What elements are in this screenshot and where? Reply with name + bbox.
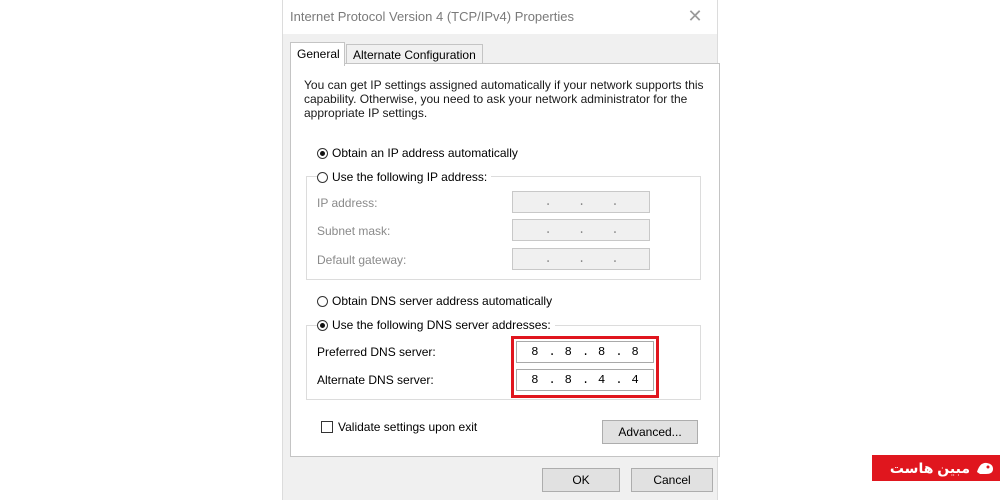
radio-label: Obtain DNS server address automatically	[332, 294, 553, 308]
window-title: Internet Protocol Version 4 (TCP/IPv4) P…	[290, 9, 574, 24]
ok-button[interactable]: OK	[542, 468, 620, 492]
general-panel: You can get IP settings assigned automat…	[290, 63, 720, 457]
default-gateway-row: Default gateway:	[317, 253, 406, 267]
alternate-dns-label: Alternate DNS server:	[317, 373, 434, 387]
octet: 8	[531, 373, 539, 387]
subnet-mask-input[interactable]: ...	[512, 219, 650, 241]
octet: 8	[531, 345, 539, 359]
radio-label: Use the following DNS server addresses:	[332, 318, 551, 332]
alternate-dns-input[interactable]: 8. 8. 4. 4	[516, 369, 654, 391]
close-icon[interactable]: ✕	[683, 4, 707, 28]
ip-address-row: IP address:	[317, 196, 377, 210]
description-text: You can get IP settings assigned automat…	[304, 78, 704, 120]
brand-logo-icon	[974, 458, 996, 478]
radio-button-icon	[317, 171, 328, 183]
subnet-mask-label: Subnet mask:	[317, 224, 391, 238]
watermark-logo: مبین هاست	[872, 455, 1000, 481]
radio-button-icon	[317, 147, 328, 159]
preferred-dns-label: Preferred DNS server:	[317, 345, 436, 359]
octet: 8	[564, 345, 572, 359]
radio-obtain-ip-auto[interactable]: Obtain an IP address automatically	[317, 146, 522, 160]
preferred-dns-input[interactable]: 8. 8. 8. 8	[516, 341, 654, 363]
octet: 4	[631, 373, 639, 387]
validate-settings-checkbox[interactable]: Validate settings upon exit	[321, 420, 477, 434]
alternate-dns-row: Alternate DNS server:	[317, 373, 434, 387]
radio-use-following-ip[interactable]: Use the following IP address:	[317, 170, 492, 184]
radio-button-icon	[317, 295, 328, 307]
ip-address-input[interactable]: ...	[512, 191, 650, 213]
octet: 8	[598, 345, 606, 359]
ipv4-properties-dialog: Internet Protocol Version 4 (TCP/IPv4) P…	[282, 0, 720, 500]
validate-settings-label: Validate settings upon exit	[338, 420, 478, 434]
octet: 4	[598, 373, 606, 387]
cancel-button[interactable]: Cancel	[631, 468, 713, 492]
octet: 8	[631, 345, 639, 359]
tab-alternate-configuration[interactable]: Alternate Configuration	[346, 44, 483, 64]
tab-general[interactable]: General	[290, 42, 345, 66]
title-bar: Internet Protocol Version 4 (TCP/IPv4) P…	[283, 0, 717, 34]
radio-label: Use the following IP address:	[332, 170, 488, 184]
checkbox-icon	[321, 421, 333, 433]
preferred-dns-row: Preferred DNS server:	[317, 345, 436, 359]
radio-label: Obtain an IP address automatically	[332, 146, 518, 160]
subnet-mask-row: Subnet mask:	[317, 224, 390, 238]
watermark-text: مبین هاست	[889, 459, 970, 476]
octet: 8	[564, 373, 572, 387]
advanced-button[interactable]: Advanced...	[602, 420, 698, 444]
radio-obtain-dns-auto[interactable]: Obtain DNS server address automatically	[317, 294, 557, 308]
default-gateway-label: Default gateway:	[317, 253, 407, 267]
radio-use-following-dns[interactable]: Use the following DNS server addresses:	[317, 318, 555, 332]
default-gateway-input[interactable]: ...	[512, 248, 650, 270]
ip-address-label: IP address:	[317, 196, 378, 210]
radio-button-icon	[317, 319, 328, 331]
